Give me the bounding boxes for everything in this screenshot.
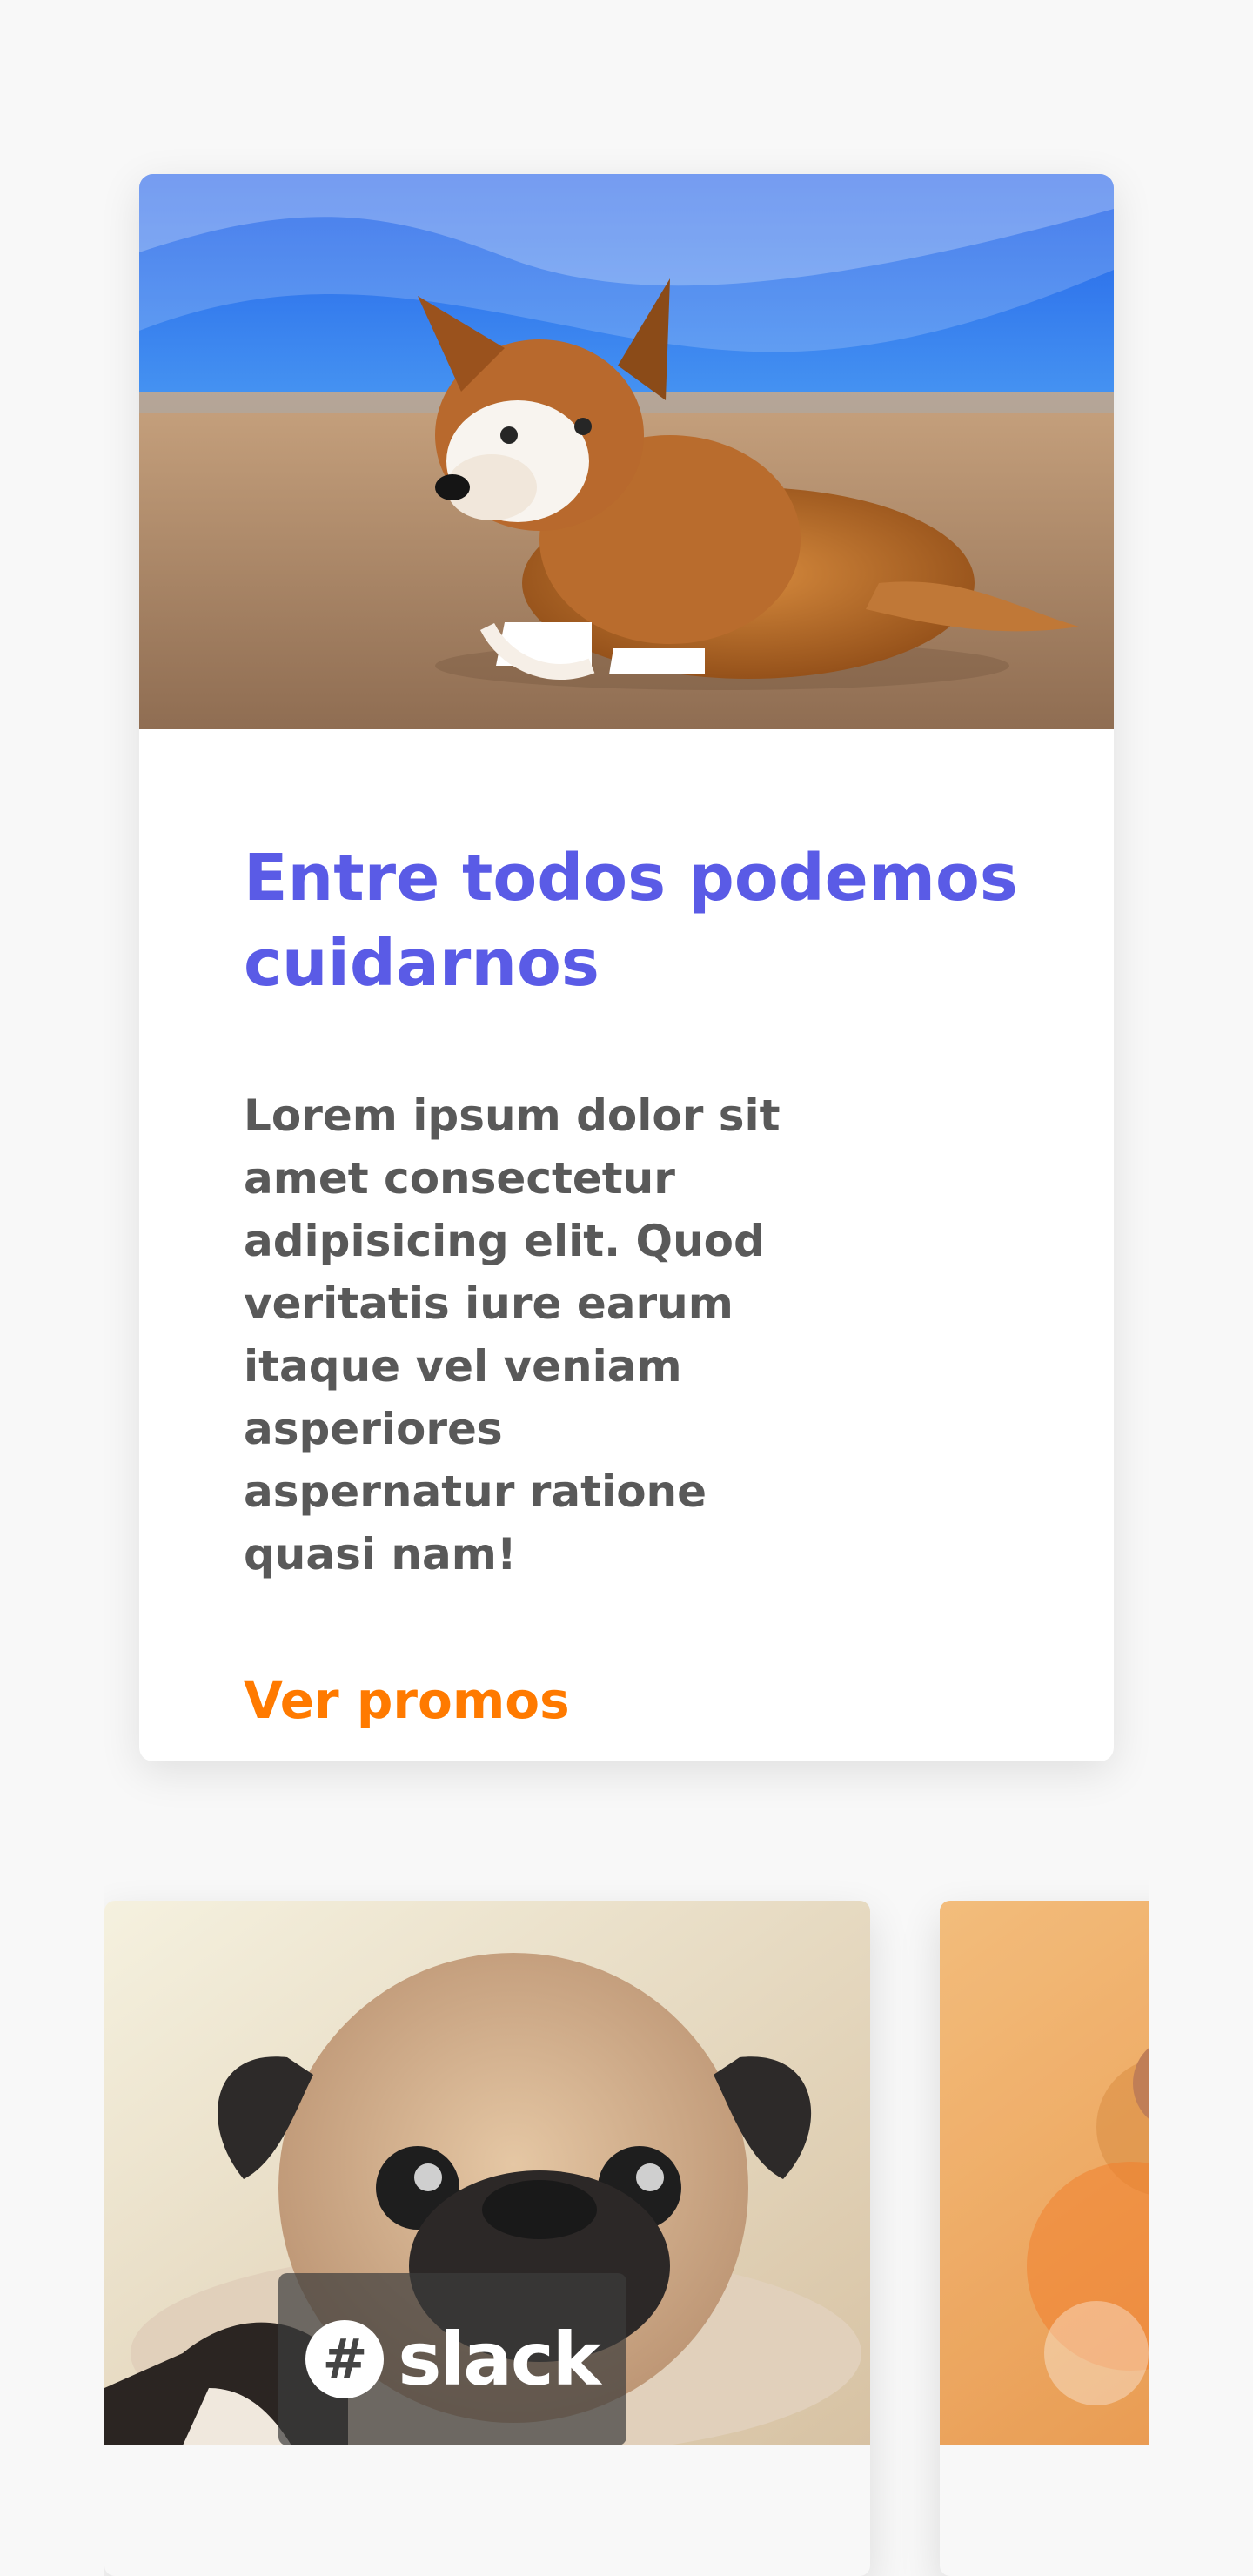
orange-photo [940,1901,1149,2445]
promo-title: Entre todos podemos cuidarnos [244,841,1018,1001]
promo-description: Lorem ipsum dolor sit amet consectetur a… [244,1090,781,1580]
orange-image [940,1901,1149,2445]
promo-carousel: # slack [104,1854,1149,2576]
slack-badge: # slack [278,2273,626,2445]
ver-promos-link[interactable]: Ver promos [244,1669,570,1732]
carousel-card-pug[interactable]: # slack [104,1901,870,2576]
carousel-track: # slack [104,1854,1149,2576]
promo-image [139,174,1114,729]
slack-label: slack [398,2317,600,2402]
promo-card: Entre todos podemos cuidarnos Lorem ipsu… [139,174,1114,1761]
promo-body: Entre todos podemos cuidarnos Lorem ipsu… [244,835,1027,1732]
slack-icon: # [305,2320,385,2398]
corgi-beach-image [139,174,1114,729]
carousel-card-orange[interactable] [940,1901,1149,2576]
